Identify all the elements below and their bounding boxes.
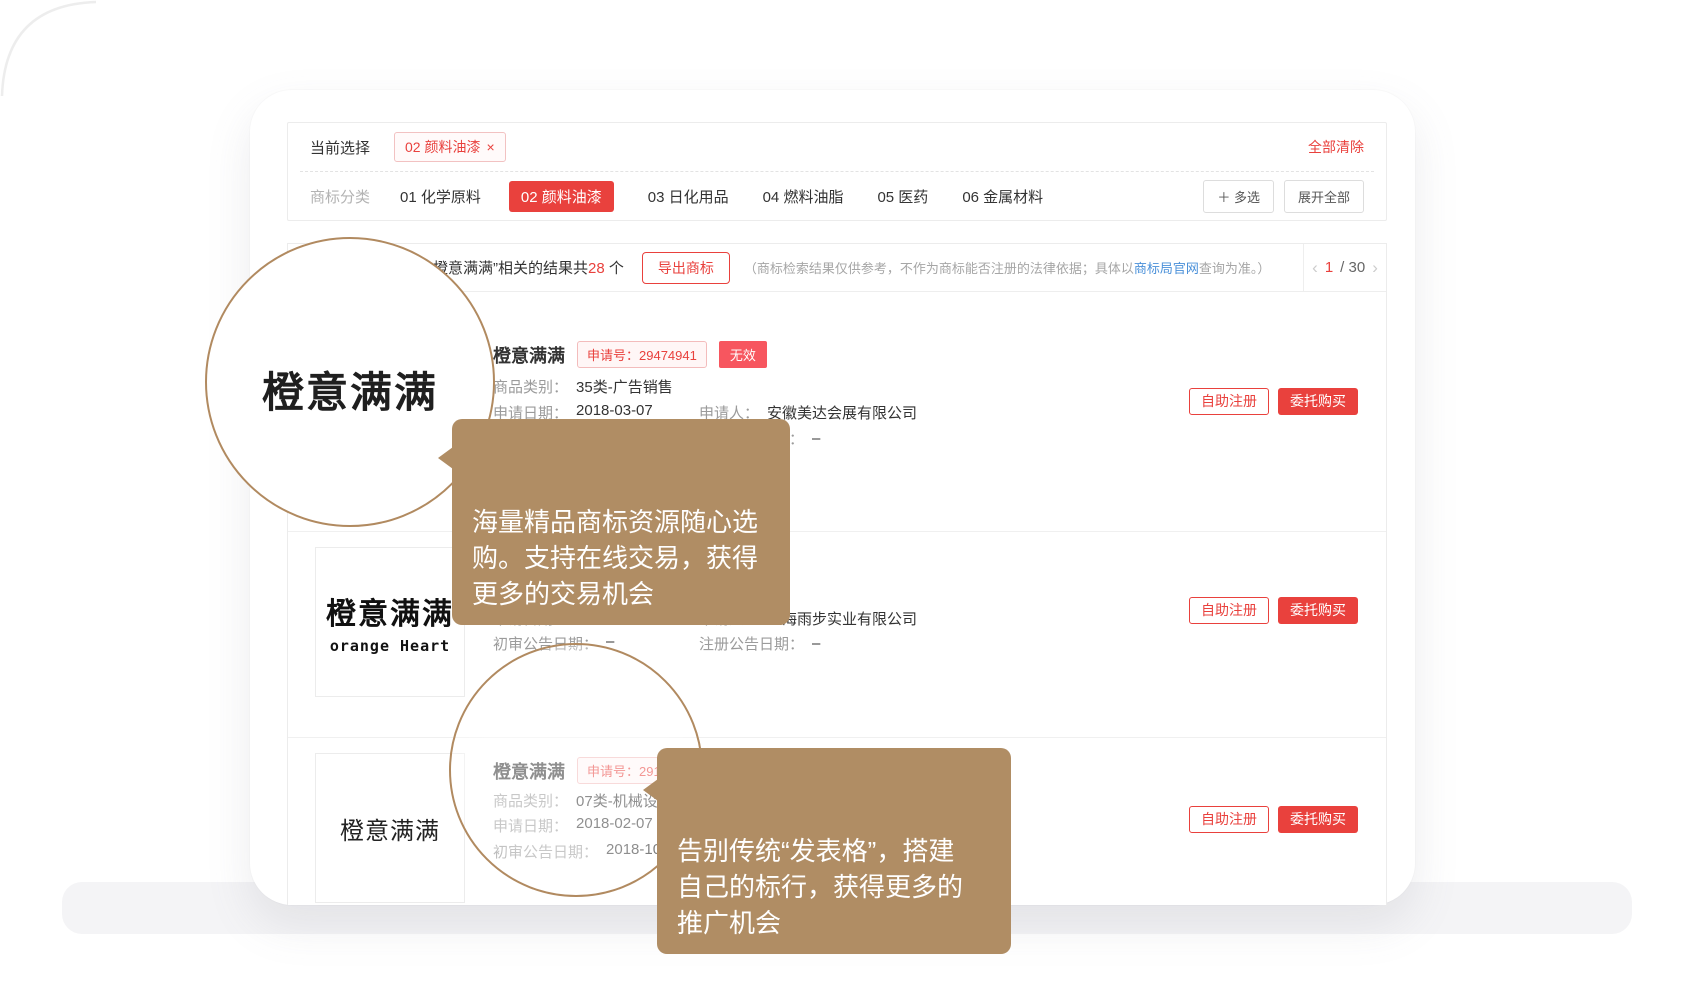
category-row: 商标分类 01 化学原料 02 颜料油漆 03 日化用品 04 燃料油脂 05 … xyxy=(288,172,1386,220)
entrust-purchase-button[interactable]: 委托购买 xyxy=(1278,806,1358,833)
results-count: 28 xyxy=(588,260,605,277)
reg-pub-value: – xyxy=(812,430,820,447)
disclaimer-text: （商标检索结果仅供参考，不作为商标能否注册的法律依据；具体以商标局官网查询为准。… xyxy=(744,258,1271,277)
summary-suffix: 个 xyxy=(605,260,624,277)
trademark-office-link[interactable]: 商标局官网 xyxy=(1134,261,1199,276)
filter-panel: 当前选择 02 颜料油漆 × 全部清除 商标分类 01 化学原料 02 颜料油漆… xyxy=(287,122,1387,221)
application-number-tag: 申请号：29474941 xyxy=(577,341,707,368)
magnified-trademark-text: 橙意满满 xyxy=(262,359,438,420)
expand-all-button[interactable]: 展开全部 xyxy=(1284,180,1364,213)
tooltip-resources-text: 海量精品商标资源随心选 购。支持在线交易，获得 更多的交易机会 xyxy=(472,507,758,609)
category-label: 商品类别： xyxy=(493,376,568,397)
current-selection-row: 当前选择 02 颜料油漆 × 全部清除 xyxy=(288,123,1386,171)
disclaimer-suffix: 查询为准。） xyxy=(1199,261,1271,276)
next-page-icon[interactable]: › xyxy=(1372,259,1378,276)
category-item-04[interactable]: 04 燃料油脂 xyxy=(763,186,844,207)
tooltip-promotion-text: 告别传统“发表格”，搭建 自己的标行，获得更多的 推广机会 xyxy=(677,836,963,938)
pagination: ‹ 1 / 30 › xyxy=(1303,244,1386,291)
remove-filter-icon[interactable]: × xyxy=(486,140,494,154)
category-line: 商品类别： 35类-广告销售 xyxy=(493,376,673,397)
status-badge: 无效 xyxy=(719,341,767,368)
category-item-02-selected[interactable]: 02 颜料油漆 xyxy=(509,181,614,212)
selected-filter-tag[interactable]: 02 颜料油漆 × xyxy=(394,132,506,162)
entrust-purchase-button[interactable]: 委托购买 xyxy=(1278,597,1358,624)
self-register-button[interactable]: 自助注册 xyxy=(1189,597,1269,624)
category-filter-label: 商标分类 xyxy=(310,186,370,207)
trademark-image[interactable]: 橙意满满 orange Heart xyxy=(315,547,465,697)
category-value: 35类-广告销售 xyxy=(576,376,673,397)
category-item-06[interactable]: 06 金属材料 xyxy=(962,186,1043,207)
tooltip-arrow-icon xyxy=(643,779,658,801)
category-item-01[interactable]: 01 化学原料 xyxy=(400,186,481,207)
category-item-05[interactable]: 05 医药 xyxy=(877,186,928,207)
trademark-image-subtext: orange Heart xyxy=(330,637,450,655)
total-pages: / 30 xyxy=(1340,259,1365,276)
trademark-image[interactable]: 橙意满满 xyxy=(315,753,465,903)
tooltip-resources: 海量精品商标资源随心选 购。支持在线交易，获得 更多的交易机会 xyxy=(452,419,790,625)
tooltip-promotion: 告别传统“发表格”，搭建 自己的标行，获得更多的 推广机会 xyxy=(657,748,1011,954)
reg-pub-value: – xyxy=(812,635,820,652)
prev-page-icon[interactable]: ‹ xyxy=(1312,259,1318,276)
applicant-value: 安徽美达会展有限公司 xyxy=(767,402,917,423)
current-page: 1 xyxy=(1325,259,1333,276)
self-register-button[interactable]: 自助注册 xyxy=(1189,388,1269,415)
trademark-title-line: 橙意满满 申请号：29474941 无效 xyxy=(493,341,767,368)
reg-pub-label: 注册公告日期： xyxy=(699,633,804,654)
export-trademarks-button[interactable]: 导出商标 xyxy=(642,252,730,284)
category-item-03[interactable]: 03 日化用品 xyxy=(648,186,729,207)
multi-select-button[interactable]: ＋ 多选 xyxy=(1203,180,1274,213)
selected-filter-tag-label: 02 颜料油漆 xyxy=(405,137,480,157)
self-register-button[interactable]: 自助注册 xyxy=(1189,806,1269,833)
background-corner-arc xyxy=(0,0,110,110)
current-selection-label: 当前选择 xyxy=(310,137,370,158)
clear-all-link[interactable]: 全部清除 xyxy=(1308,137,1364,157)
tooltip-arrow-icon xyxy=(438,447,453,469)
page: 当前选择 02 颜料油漆 × 全部清除 商标分类 01 化学原料 02 颜料油漆… xyxy=(0,0,1696,1002)
trademark-name[interactable]: 橙意满满 xyxy=(493,342,565,368)
entrust-purchase-button[interactable]: 委托购买 xyxy=(1278,388,1358,415)
trademark-image-text: 橙意满满 xyxy=(340,811,440,846)
trademark-image-text: 橙意满满 xyxy=(326,589,454,633)
disclaimer-prefix: （商标检索结果仅供参考，不作为商标能否注册的法律依据；具体以 xyxy=(744,261,1134,276)
